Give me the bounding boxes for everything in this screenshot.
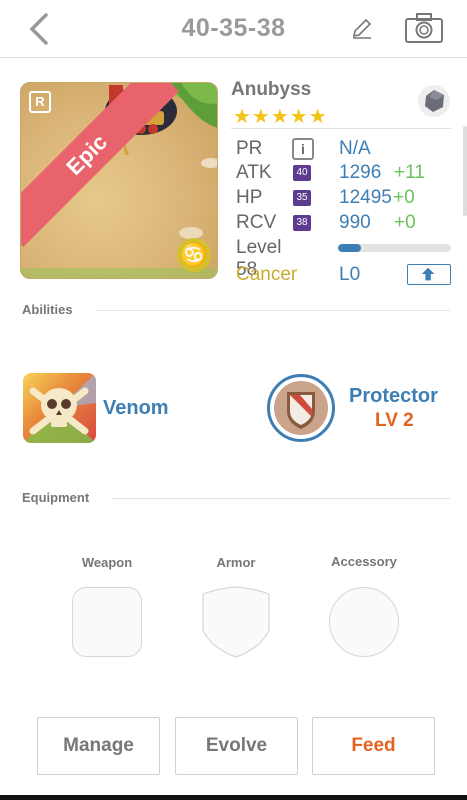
rcv-level-badge: 38: [293, 215, 311, 231]
armor-slot[interactable]: [201, 586, 271, 658]
camera-icon[interactable]: [404, 12, 444, 44]
armor-slot-label: Armor: [216, 555, 256, 570]
venom-ability-icon[interactable]: [23, 373, 96, 443]
rcv-bonus: +0: [394, 212, 416, 233]
hp-bonus: +0: [393, 187, 415, 208]
scrollbar[interactable]: [463, 126, 467, 216]
zodiac-level: L0: [339, 264, 361, 285]
page-title: 40-35-38: [181, 14, 286, 42]
level-progress-fill: [338, 244, 361, 252]
protector-ability-name: Protector: [349, 385, 438, 407]
up-arrow-icon: [421, 267, 435, 281]
abilities-section-label: Abilities: [22, 302, 73, 317]
atk-label: ATK: [236, 162, 272, 183]
atk-bonus: +11: [394, 162, 425, 183]
star-rating: ★★★★★: [233, 106, 328, 128]
top-bar: 40-35-38: [0, 0, 467, 58]
pr-value: N/A: [339, 138, 371, 159]
level-progress-bar: [338, 244, 451, 252]
manage-button[interactable]: Manage: [37, 717, 160, 775]
evolution-stone-icon[interactable]: [417, 84, 451, 118]
zodiac-label: Cancer: [236, 264, 298, 285]
hp-level-badge: 35: [293, 190, 311, 206]
protector-ability-icon[interactable]: [267, 374, 335, 442]
weapon-slot[interactable]: [72, 587, 142, 657]
hp-value: 12495: [339, 187, 392, 208]
screen-bottom-edge: [0, 795, 467, 800]
rcv-label: RCV: [236, 212, 277, 233]
accessory-slot-label: Accessory: [331, 554, 397, 569]
cancer-zodiac-icon: ♋: [177, 238, 211, 272]
monster-portrait[interactable]: Epic R ♋: [20, 82, 218, 279]
feed-button[interactable]: Feed: [312, 717, 435, 775]
zodiac-upgrade-button[interactable]: [407, 264, 451, 285]
edit-pencil-icon[interactable]: [350, 16, 374, 40]
equipment-section-label: Equipment: [22, 490, 90, 505]
rank-badge: R: [29, 91, 51, 113]
atk-level-badge: 40: [293, 165, 311, 181]
info-icon[interactable]: i: [292, 138, 314, 160]
divider: [112, 498, 450, 499]
weapon-slot-label: Weapon: [81, 555, 133, 570]
venom-ability-name: Venom: [103, 397, 169, 419]
pr-label: PR: [236, 138, 263, 159]
accessory-slot[interactable]: [329, 587, 399, 657]
skull-crossbones-icon: [23, 373, 96, 443]
evolve-button[interactable]: Evolve: [175, 717, 298, 775]
rcv-value: 990: [339, 212, 371, 233]
monster-name: Anubyss: [231, 79, 312, 100]
divider: [231, 128, 451, 129]
divider: [96, 310, 450, 311]
atk-value: 1296: [339, 162, 382, 183]
shield-icon: [274, 381, 328, 435]
protector-ability-level: LV 2: [375, 410, 414, 431]
hp-label: HP: [236, 187, 263, 208]
